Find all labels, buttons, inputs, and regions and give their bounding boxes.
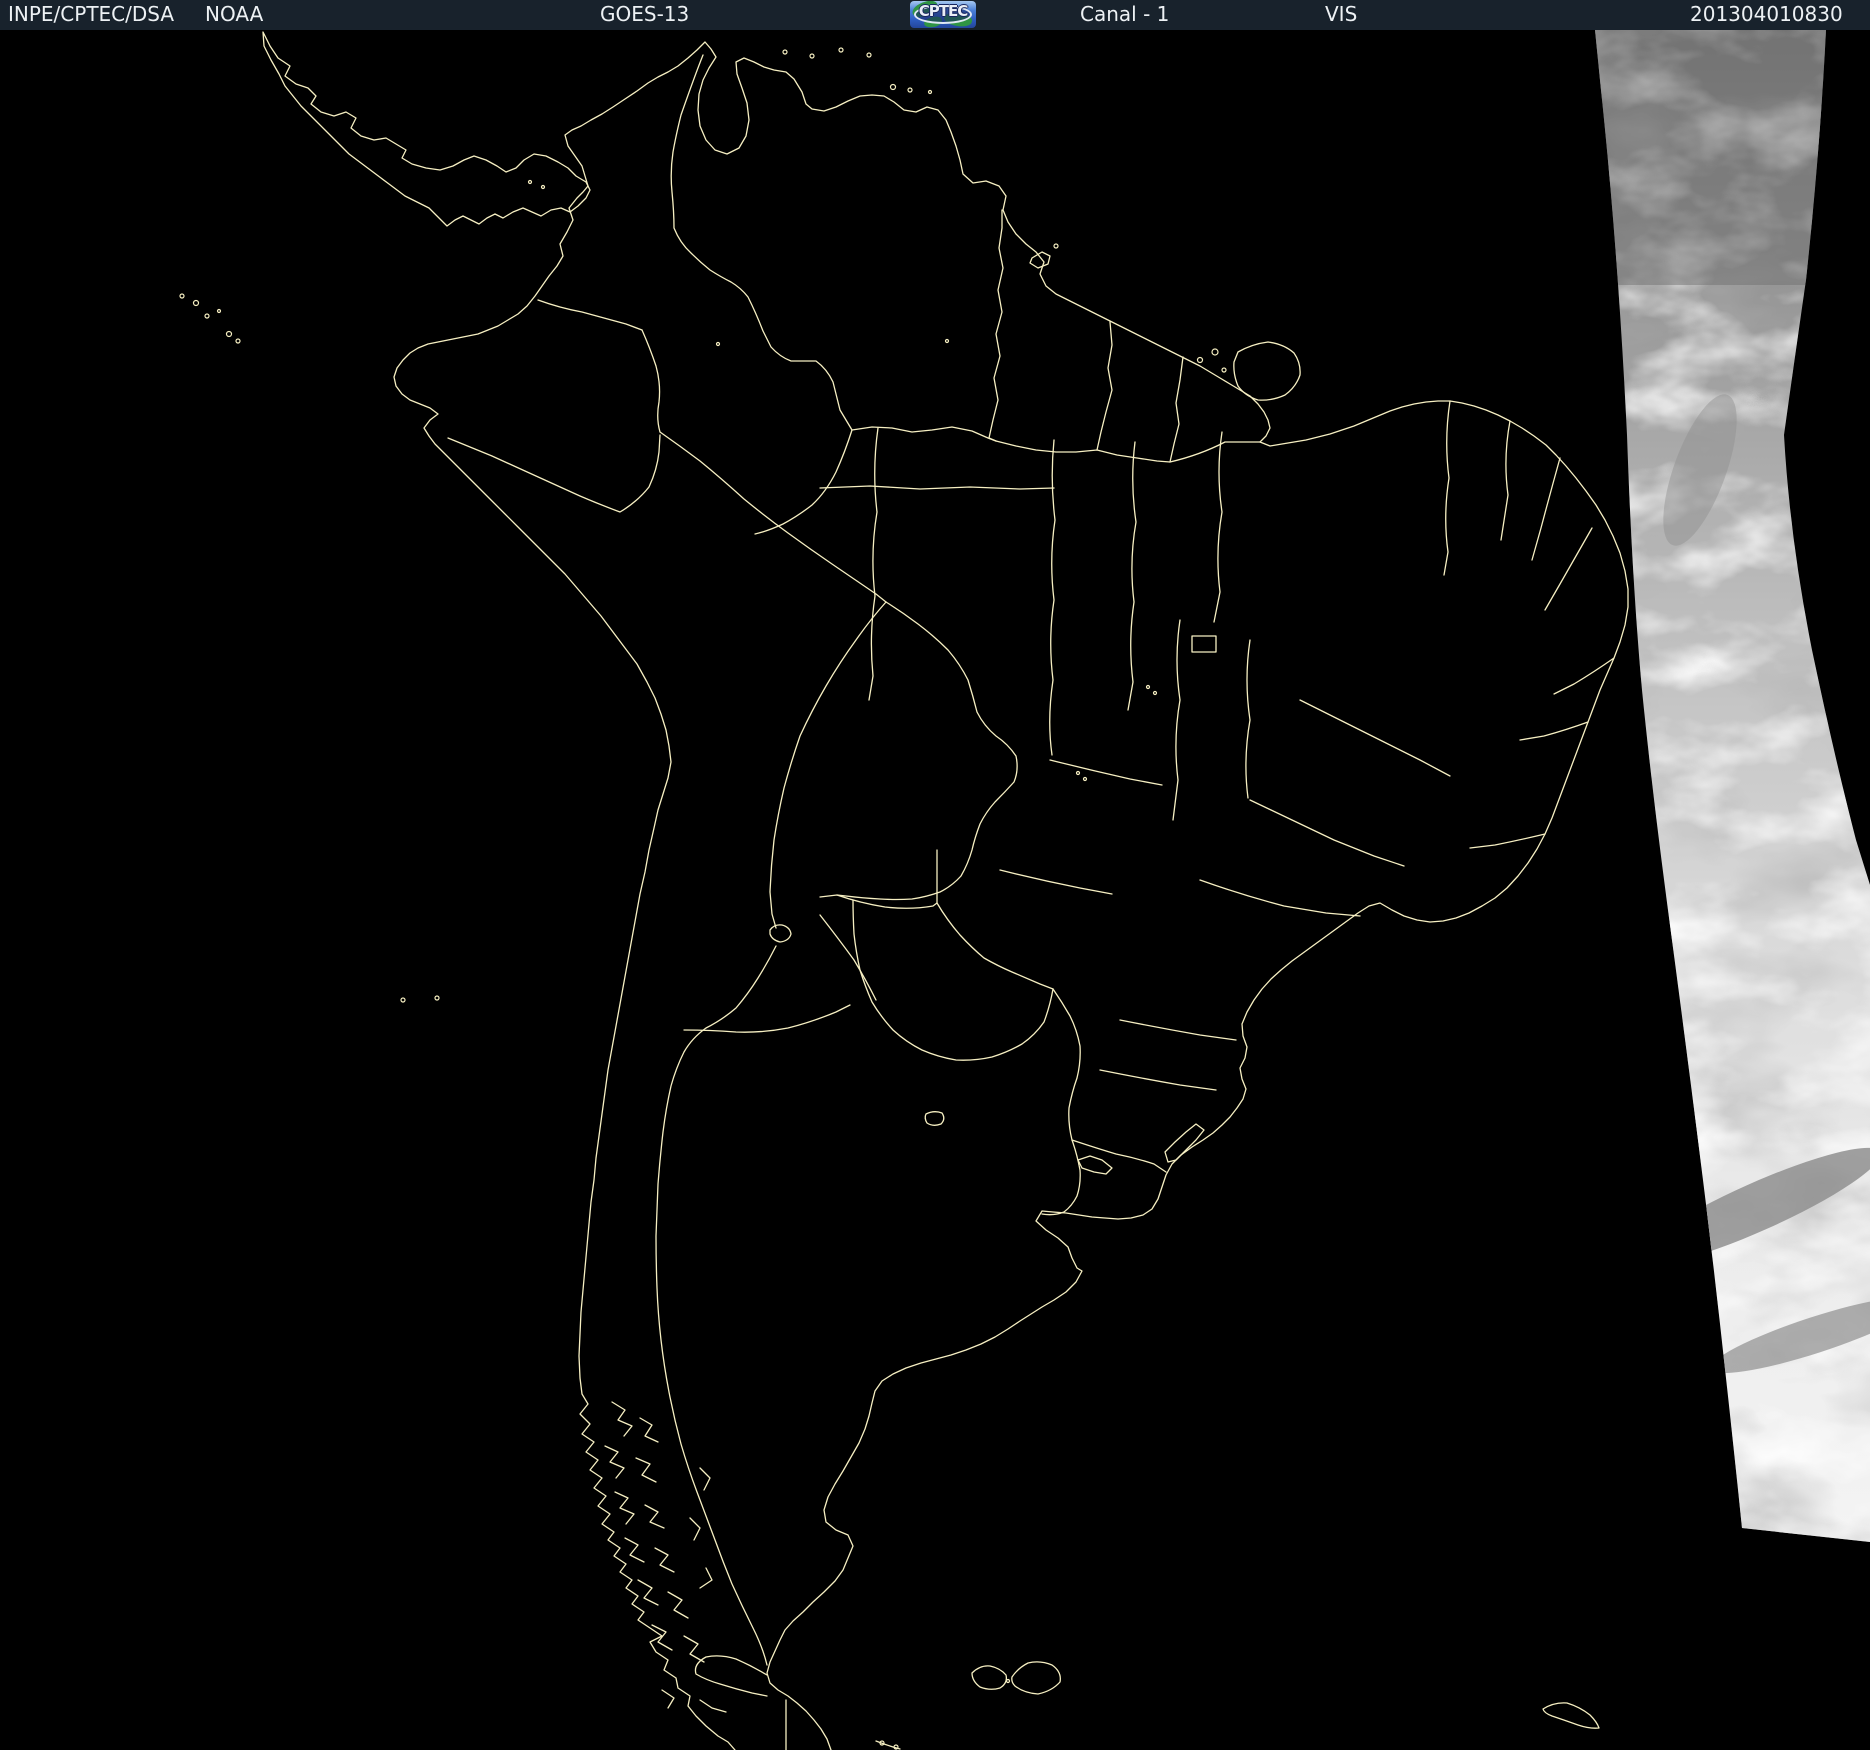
border-peru-bolivia [770, 602, 886, 928]
lagoa-mirim [1078, 1156, 1112, 1174]
state-goias-west [1173, 620, 1180, 820]
noaa-label: NOAA [205, 0, 263, 30]
state-goias-minas [1246, 640, 1250, 798]
state-rn-paraiba [1532, 458, 1560, 560]
galapagos [205, 314, 209, 318]
state-matogrosso-ms [1050, 760, 1162, 785]
state-amazonas-para [869, 428, 878, 700]
caribbean-islands [908, 88, 912, 92]
juan-fernandez-islands [401, 998, 405, 1002]
marajo-island [1234, 342, 1300, 400]
inland-marks [1077, 772, 1080, 775]
falkland-west [972, 1666, 1006, 1689]
state-ms-saopaulo [1000, 870, 1112, 894]
caribbean-islands [839, 48, 843, 52]
border-chile-argentina [656, 946, 776, 1665]
border-bolivia-paraguay [820, 895, 937, 908]
image-header-bar: INPE/CPTEC/DSA NOAA GOES-13 CPTEC Canal … [0, 0, 1870, 30]
border-paraguay-argentina [853, 900, 1053, 1060]
border-colombia-brazil [755, 430, 852, 534]
south-georgia-island [1543, 1703, 1599, 1728]
lake-titicaca [770, 925, 791, 942]
caribbean-islands [867, 53, 871, 57]
state-minas-rio [1200, 880, 1360, 916]
panama-islets [542, 186, 545, 189]
state-minas-espiritosanto [1250, 800, 1404, 866]
caribbean-islands [891, 85, 896, 90]
south-coast-islets [1007, 1680, 1010, 1683]
galapagos [227, 332, 232, 337]
panama-islets [529, 181, 532, 184]
cloud-texture-white [1560, 30, 1870, 1750]
amazon-delta-islets [1222, 368, 1226, 372]
sunlit-terminator-band [1560, 30, 1870, 1750]
satellite-image-page: INPE/CPTEC/DSA NOAA GOES-13 CPTEC Canal … [0, 0, 1870, 1750]
central-america-coast [263, 32, 590, 226]
band-label: VIS [1325, 0, 1357, 30]
juan-fernandez-islands [435, 996, 439, 1000]
inland-marks [717, 343, 720, 346]
border-venezuela-brazil [852, 427, 996, 441]
border-pilcomayo [820, 915, 876, 1000]
inland-marks [1084, 778, 1087, 781]
inland-marks [1147, 686, 1150, 689]
border-guyana-suriname [1097, 322, 1112, 450]
border-peru-brazil [660, 432, 886, 602]
border-colombia-peru [642, 330, 660, 432]
coastline-overlay [263, 32, 1628, 1750]
state-piaui-ceara [1444, 401, 1450, 575]
caribbean-islands [929, 91, 932, 94]
border-bolivia-argentina [684, 1005, 850, 1032]
border-suriname-frenchguiana [1170, 357, 1183, 462]
south-america-coast [394, 42, 1628, 1750]
galapagos [180, 294, 184, 298]
dark-sea-top [1560, 30, 1870, 285]
border-ecuador-peru [448, 435, 660, 512]
border-venezuela-guyana [989, 210, 1003, 441]
amazon-delta-islets [1212, 349, 1218, 355]
caribbean-islands [1054, 244, 1058, 248]
state-para-tocantins [1050, 440, 1055, 755]
goes13-visible-map [0, 30, 1870, 1750]
caribbean-islands [810, 54, 814, 58]
galapagos [218, 310, 221, 313]
state-alagoas-sergipe [1520, 722, 1588, 740]
state-paraiba-pernambuco [1545, 528, 1592, 610]
state-amazonas-south [820, 486, 1054, 489]
state-santacatarina-rs [1100, 1070, 1216, 1090]
state-bahia-minas [1300, 700, 1450, 776]
border-paraguay-brazil [937, 850, 1053, 989]
falkland-east [1012, 1662, 1061, 1694]
state-parana-santacatarina [1120, 1020, 1236, 1040]
cptec-logo: CPTEC [910, 1, 976, 28]
trinidad-island [1030, 252, 1050, 268]
inland-marks [946, 340, 949, 343]
satellite-label: GOES-13 [600, 0, 689, 30]
galapagos [194, 301, 199, 306]
distrito-federal [1192, 636, 1216, 652]
agency-label: INPE/CPTEC/DSA [8, 0, 174, 30]
state-pernambuco-alagoas [1554, 658, 1614, 694]
south-coast-islets [894, 1745, 898, 1749]
caribbean-islands [783, 50, 787, 54]
border-brazil-uruguay [1072, 1140, 1166, 1172]
magellan-strait [695, 1656, 767, 1696]
logo-text: CPTEC [910, 2, 976, 20]
state-maranhao-piaui [1214, 432, 1222, 622]
islet-dots [180, 48, 1226, 1749]
state-ceara-rn [1501, 421, 1510, 540]
state-tocantins-maranhao [1128, 442, 1136, 710]
lake-mar-chiquita [925, 1112, 944, 1126]
border-argentina-brazil [1042, 989, 1080, 1215]
inland-marks [1154, 692, 1157, 695]
state-sergipe-bahia [1470, 834, 1545, 848]
amazon-delta-islets [1198, 358, 1203, 363]
timestamp-label: 201304010830 [1690, 0, 1843, 30]
border-colombia-ecuador [538, 300, 642, 330]
galapagos [236, 339, 240, 343]
border-bolivia-brazil [837, 602, 1017, 900]
channel-label: Canal - 1 [1080, 0, 1169, 30]
